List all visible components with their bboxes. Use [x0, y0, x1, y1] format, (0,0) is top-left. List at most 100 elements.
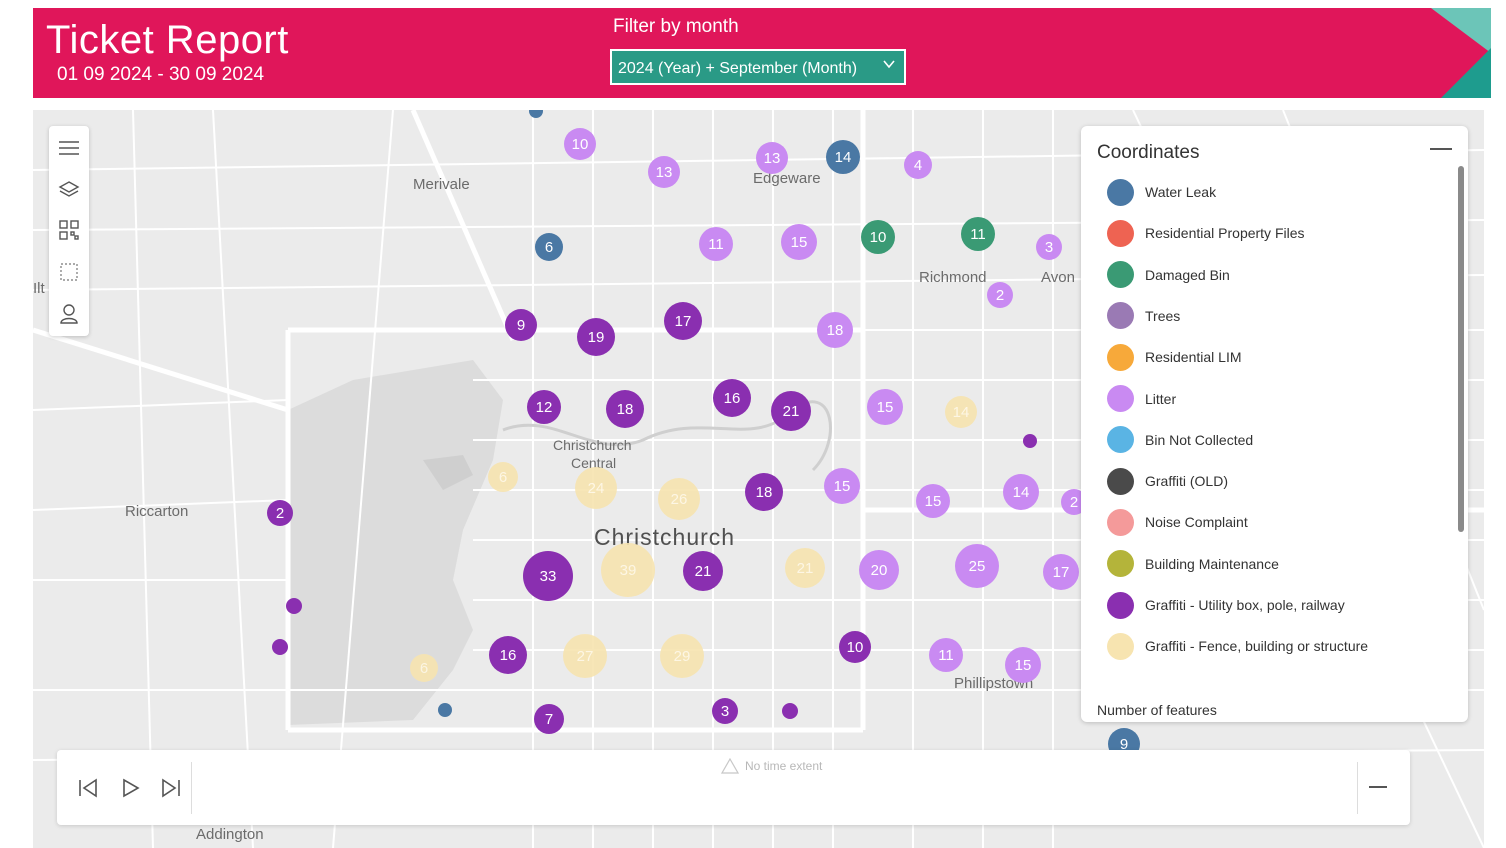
map-marker[interactable]: 21 — [683, 551, 723, 591]
time-slider-bar: No time extent — [57, 750, 1410, 825]
map-marker[interactable]: 15 — [1005, 647, 1041, 683]
map-marker[interactable]: 2 — [267, 500, 293, 526]
menu-icon[interactable] — [55, 134, 83, 162]
minimize-timebar-button[interactable] — [1369, 786, 1387, 788]
map-marker[interactable]: 19 — [577, 318, 615, 356]
map-marker[interactable]: 14 — [826, 140, 860, 174]
legend-item[interactable]: Damaged Bin — [1107, 261, 1230, 289]
legend-swatch — [1107, 343, 1134, 371]
map-marker[interactable]: 20 — [859, 550, 899, 590]
map-marker[interactable]: 33 — [523, 551, 573, 601]
map-marker[interactable]: 15 — [781, 224, 817, 260]
map-marker[interactable]: 11 — [699, 227, 733, 261]
map-marker[interactable]: 15 — [916, 484, 950, 518]
map-marker[interactable]: 6 — [535, 233, 563, 261]
map-marker[interactable]: 21 — [785, 548, 825, 588]
map-marker[interactable]: 3 — [712, 698, 738, 724]
map-marker[interactable]: 13 — [756, 142, 788, 174]
legend-item[interactable]: Graffiti (OLD) — [1107, 467, 1228, 495]
legend-swatch — [1107, 467, 1134, 495]
legend-item[interactable]: Litter — [1107, 385, 1176, 413]
map-marker[interactable]: 10 — [861, 220, 895, 254]
legend-title: Coordinates — [1097, 142, 1200, 163]
play-icon[interactable] — [119, 776, 143, 800]
qr-grid-icon[interactable] — [55, 216, 83, 244]
legend-swatch — [1107, 385, 1134, 412]
month-filter-value: 2024 (Year) + September (Month) — [618, 60, 858, 77]
map-marker[interactable] — [286, 598, 302, 614]
place-label: Avon — [1041, 269, 1075, 286]
divider — [191, 762, 192, 814]
skip-back-icon[interactable] — [76, 776, 100, 800]
map-marker[interactable]: 2 — [987, 282, 1013, 308]
select-rectangle-icon[interactable] — [55, 258, 83, 286]
legend-item-label: Graffiti (OLD) — [1145, 473, 1228, 490]
map-marker[interactable] — [782, 703, 798, 719]
month-filter-dropdown[interactable]: 2024 (Year) + September (Month) — [610, 49, 906, 85]
map-marker[interactable]: 26 — [658, 478, 700, 520]
legend-swatch — [1107, 302, 1134, 330]
legend-item[interactable]: Residential LIM — [1107, 343, 1242, 371]
legend-item[interactable]: Residential Property Files — [1107, 219, 1305, 247]
legend-swatch — [1107, 178, 1134, 206]
legend-item[interactable]: Trees — [1107, 302, 1180, 330]
chevron-down-icon — [883, 60, 895, 69]
map-marker[interactable]: 6 — [410, 654, 438, 682]
map-marker[interactable]: 16 — [489, 636, 527, 674]
legend-item[interactable]: Bin Not Collected — [1107, 426, 1253, 454]
map-marker[interactable]: 14 — [1003, 474, 1039, 510]
divider — [1357, 762, 1358, 814]
map-marker[interactable]: 18 — [606, 390, 644, 428]
map-marker[interactable]: 15 — [824, 468, 860, 504]
legend-collapse-button[interactable] — [1430, 148, 1452, 150]
legend-item-label: Residential LIM — [1145, 349, 1242, 366]
map-marker[interactable]: 11 — [929, 638, 963, 672]
layers-icon[interactable] — [55, 176, 83, 204]
map-marker[interactable]: 4 — [904, 151, 932, 179]
map-marker[interactable]: 39 — [601, 543, 655, 597]
map-marker[interactable]: 24 — [575, 467, 617, 509]
map-marker[interactable]: 18 — [817, 312, 853, 348]
map-marker[interactable]: 27 — [563, 634, 607, 678]
map-marker[interactable]: 3 — [1036, 234, 1062, 260]
map-marker[interactable]: 25 — [955, 544, 999, 588]
legend-item[interactable]: Water Leak — [1107, 178, 1216, 206]
map-legend: Coordinates Water Leak Residential Proper… — [1081, 126, 1468, 722]
map-marker[interactable]: 17 — [664, 302, 702, 340]
map-marker[interactable]: 14 — [945, 396, 977, 428]
map-marker[interactable]: 17 — [1043, 554, 1079, 590]
warning-icon — [721, 758, 739, 774]
map-marker[interactable] — [1023, 434, 1037, 448]
legend-swatch — [1107, 261, 1134, 289]
map-marker[interactable]: 7 — [534, 704, 564, 734]
skip-forward-icon[interactable] — [159, 776, 183, 800]
legend-swatch — [1107, 219, 1134, 247]
legend-scrollbar[interactable] — [1458, 166, 1464, 532]
map-visual[interactable]: Ilt Merivale Edgeware Richmond Avon Chri… — [33, 110, 1484, 848]
map-marker[interactable]: 21 — [771, 391, 811, 431]
map-marker[interactable]: 6 — [488, 462, 518, 492]
legend-item[interactable]: Graffiti - Utility box, pole, railway — [1107, 591, 1345, 619]
legend-item-label: Bin Not Collected — [1145, 431, 1254, 448]
map-marker[interactable] — [272, 639, 288, 655]
legend-item[interactable]: Noise Complaint — [1107, 508, 1248, 536]
header-corner-decoration — [1431, 8, 1491, 98]
date-range: 01 09 2024 - 30 09 2024 — [57, 64, 265, 85]
map-marker[interactable] — [438, 703, 452, 717]
map-marker[interactable]: 10 — [839, 631, 871, 663]
map-marker[interactable]: 18 — [745, 473, 783, 511]
map-marker[interactable]: 10 — [564, 128, 596, 160]
page-title: Ticket Report — [46, 18, 289, 62]
map-marker[interactable]: 12 — [527, 390, 561, 424]
legend-item[interactable]: Building Maintenance — [1107, 550, 1279, 578]
legend-swatch — [1107, 591, 1134, 619]
map-marker[interactable]: 29 — [660, 634, 704, 678]
legend-item[interactable]: Graffiti - Fence, building or structure — [1107, 632, 1368, 660]
map-marker[interactable]: 13 — [648, 156, 680, 188]
map-marker[interactable]: 9 — [505, 309, 537, 341]
map-marker[interactable]: 16 — [713, 379, 751, 417]
map-marker[interactable]: 15 — [867, 389, 903, 425]
person-icon[interactable] — [55, 300, 83, 328]
map-marker[interactable]: 11 — [961, 217, 995, 251]
time-extent-message: No time extent — [721, 758, 822, 774]
